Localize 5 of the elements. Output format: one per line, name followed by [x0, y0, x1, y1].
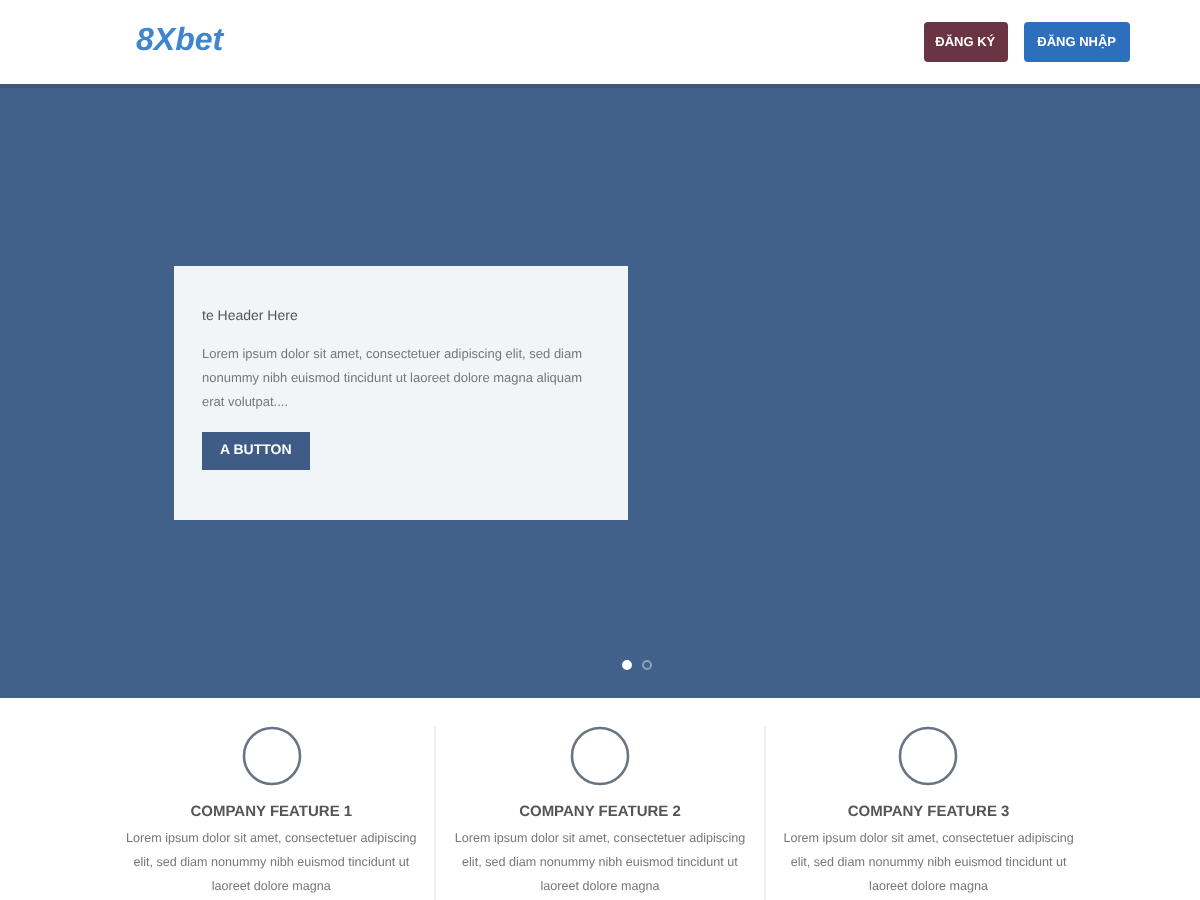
- circle-icon: [898, 726, 959, 786]
- carousel-dot[interactable]: [642, 660, 652, 670]
- circle-icon: [569, 726, 630, 786]
- logo[interactable]: 8Xbet: [136, 24, 224, 60]
- circle-icon: [241, 726, 302, 786]
